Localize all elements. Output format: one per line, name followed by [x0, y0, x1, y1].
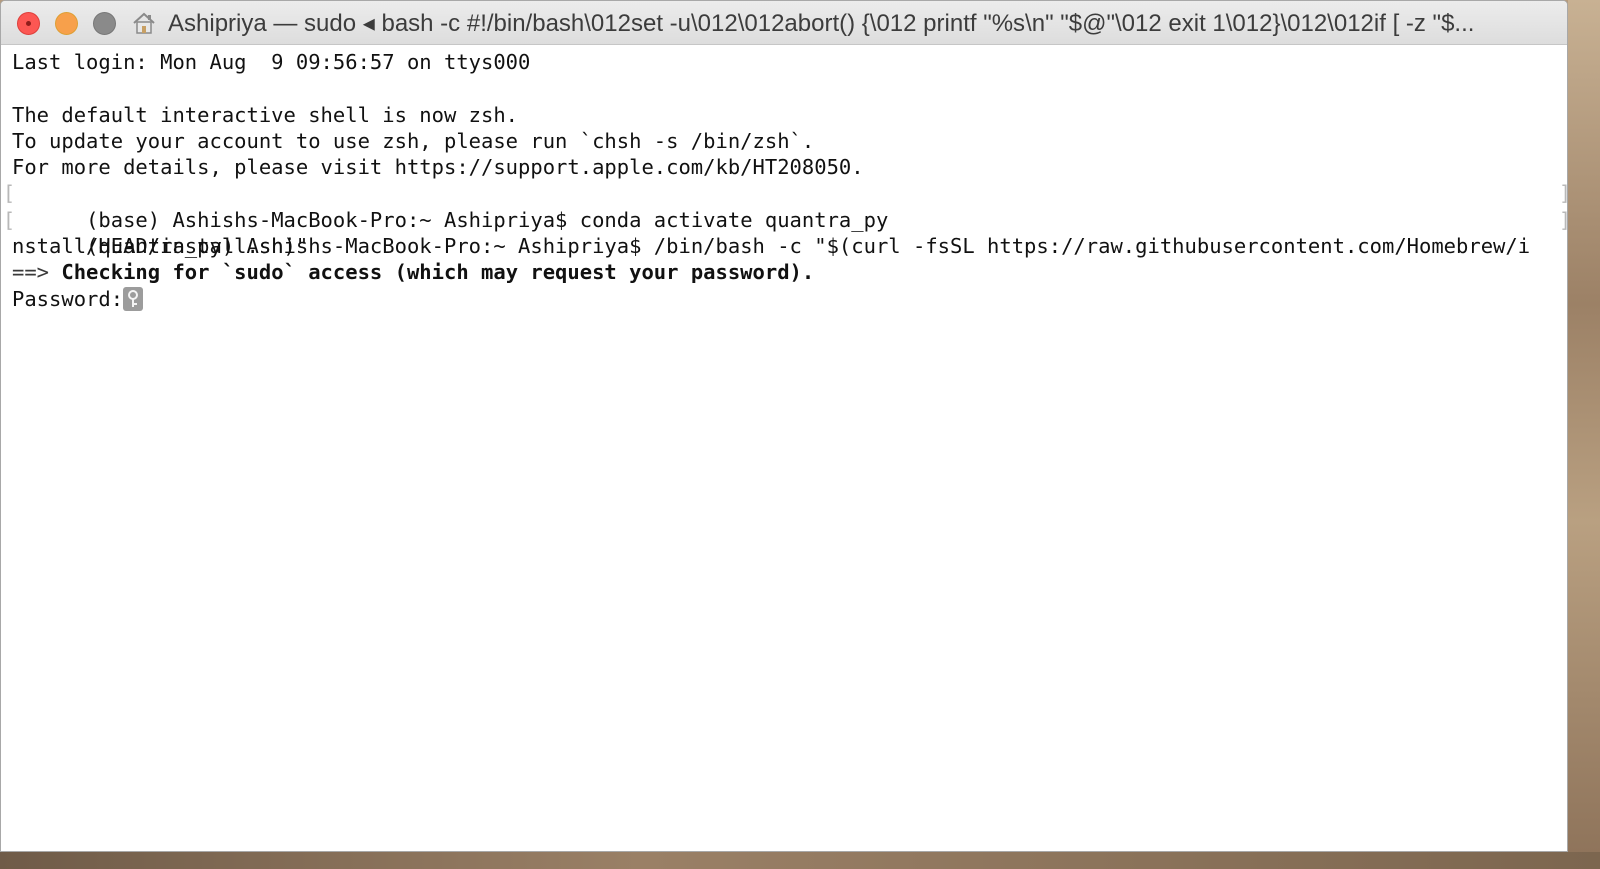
terminal-line: nstall/HEAD/install.sh)" — [12, 234, 309, 259]
zoom-icon[interactable] — [93, 12, 116, 35]
terminal-line: [(quantra_py) Ashishs-MacBook-Pro:~ Ashi… — [3, 207, 1567, 258]
status-arrow: ==> — [12, 260, 50, 285]
terminal-line: To update your account to use zsh, pleas… — [12, 128, 815, 153]
close-icon[interactable] — [17, 12, 40, 35]
desktop-background-bottom — [0, 852, 1600, 869]
desktop-background — [1568, 0, 1600, 869]
terminal-window: Ashipriya — sudo ◂ bash -c #!/bin/bash\0… — [0, 0, 1568, 852]
prompt-mark-left: [ — [3, 207, 16, 232]
key-icon[interactable] — [123, 286, 144, 311]
terminal-line: ==> Checking for `sudo` access (which ma… — [12, 259, 1557, 285]
terminal-line: Last login: Mon Aug 9 09:56:57 on ttys00… — [12, 50, 531, 74]
prompt-mark-right: ] — [1559, 207, 1567, 233]
terminal-line: The default interactive shell is now zsh… — [12, 102, 519, 127]
prompt-mark-right: ] — [1559, 180, 1567, 206]
title-bar[interactable]: Ashipriya — sudo ◂ bash -c #!/bin/bash\0… — [1, 1, 1567, 45]
prompt-mark-left: [ — [3, 181, 16, 206]
window-title: Ashipriya — sudo ◂ bash -c #!/bin/bash\0… — [168, 10, 1475, 37]
terminal-output[interactable]: Last login: Mon Aug 9 09:56:57 on ttys00… — [3, 49, 1567, 312]
minimize-icon[interactable] — [55, 12, 78, 35]
password-prompt-line[interactable]: Password: — [12, 286, 1557, 312]
password-label: Password: — [12, 286, 124, 311]
terminal-line: [(base) Ashishs-MacBook-Pro:~ Ashipriya$… — [3, 180, 1567, 231]
terminal-line: For more details, please visit https://s… — [12, 155, 864, 180]
status-message: Checking for `sudo` access (which may re… — [61, 260, 815, 285]
home-icon — [131, 11, 157, 35]
